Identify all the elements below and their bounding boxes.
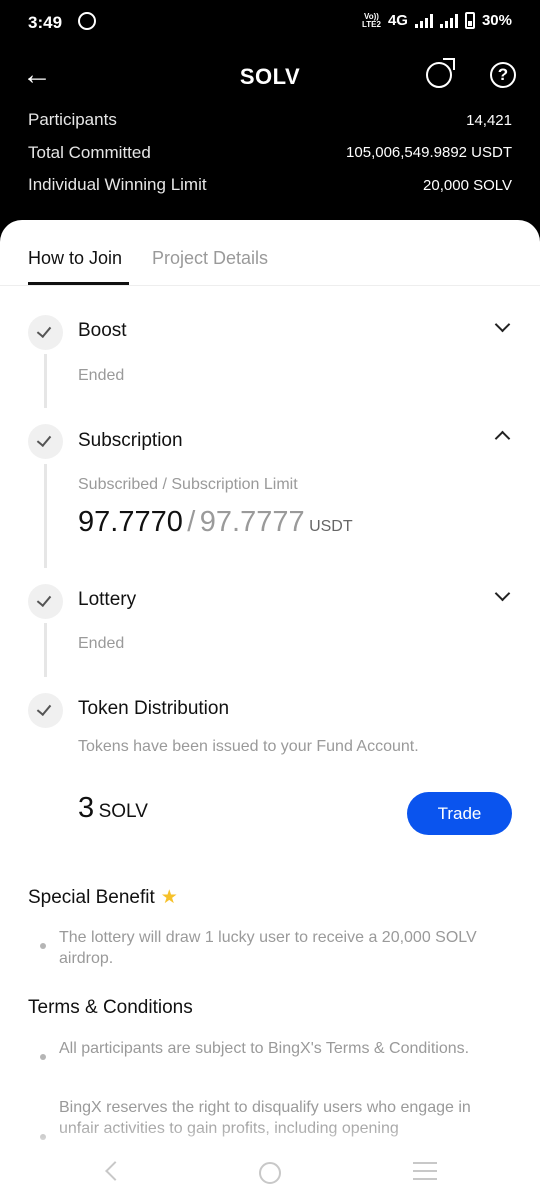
step-title-boost[interactable]: Boost bbox=[78, 320, 127, 342]
special-benefit-title: Special Benefit bbox=[28, 887, 155, 908]
content-card: How to Join Project Details Boost Ended … bbox=[0, 220, 540, 1200]
stat-label: Individual Winning Limit bbox=[28, 175, 207, 195]
distribution-note: Tokens have been issued to your Fund Acc… bbox=[78, 738, 419, 755]
check-icon bbox=[28, 693, 63, 728]
status-right: Vo)) LTE2 4G 30% bbox=[362, 12, 512, 29]
battery-icon bbox=[464, 12, 475, 29]
stat-value: 105,006,549.9892 USDT bbox=[346, 144, 512, 162]
subscribed-amount: 97.7770 bbox=[78, 506, 183, 538]
stat-winning-limit: Individual Winning Limit 20,000 SOLV bbox=[28, 169, 512, 202]
status-time: 3:49 bbox=[28, 13, 63, 32]
nav-home-icon[interactable] bbox=[259, 1162, 281, 1184]
step-connector bbox=[44, 464, 47, 568]
stat-participants: Participants 14,421 bbox=[28, 104, 512, 137]
tab-project-details[interactable]: Project Details bbox=[152, 248, 268, 269]
app-header: ← SOLV ? bbox=[0, 52, 540, 100]
benefit-item: The lottery will draw 1 lucky user to re… bbox=[59, 929, 477, 967]
network-type: 4G bbox=[387, 12, 408, 29]
step-connector bbox=[44, 623, 47, 677]
active-tab-indicator bbox=[28, 282, 129, 285]
chevron-down-icon[interactable] bbox=[494, 585, 511, 602]
help-icon[interactable]: ? bbox=[490, 62, 516, 88]
check-icon bbox=[28, 424, 63, 459]
special-benefit-heading: Special Benefit ★ bbox=[28, 886, 178, 909]
whatsapp-icon bbox=[78, 12, 96, 30]
bullet-dot bbox=[40, 943, 46, 949]
value-separator: / bbox=[187, 506, 196, 538]
subscription-limit: 97.7777 bbox=[199, 506, 305, 538]
page-title: SOLV bbox=[239, 64, 301, 89]
terms-title: Terms & Conditions bbox=[28, 997, 193, 1018]
terms-item: All participants are subject to BingX's … bbox=[59, 1040, 470, 1057]
signal-icon-2 bbox=[439, 13, 458, 28]
token-amount-value: 3 bbox=[78, 792, 95, 824]
subscription-caption: Subscribed / Subscription Limit bbox=[78, 476, 298, 493]
token-amount: 3 SOLV bbox=[78, 792, 148, 825]
stat-label: Total Committed bbox=[28, 142, 151, 162]
chevron-up-icon[interactable] bbox=[494, 430, 511, 447]
trade-button[interactable]: Trade bbox=[407, 792, 512, 835]
bullet-dot bbox=[40, 1054, 46, 1060]
nav-recents-icon[interactable] bbox=[413, 1162, 437, 1180]
battery-percent: 30% bbox=[481, 12, 512, 29]
subscription-unit: USDT bbox=[309, 518, 353, 535]
subscription-values: 97.7770 / 97.7777 USDT bbox=[78, 506, 353, 539]
stat-value: 14,421 bbox=[466, 111, 512, 129]
step-connector bbox=[44, 354, 47, 408]
signal-icon bbox=[414, 13, 433, 28]
stat-value: 20,000 SOLV bbox=[423, 176, 512, 194]
volte-bottom-label: LTE2 bbox=[361, 19, 381, 29]
bottom-fade bbox=[0, 1120, 540, 1200]
step-status-lottery: Ended bbox=[78, 635, 125, 652]
step-title-token-distribution: Token Distribution bbox=[78, 698, 230, 719]
star-icon: ★ bbox=[160, 887, 178, 908]
stat-label: Participants bbox=[28, 110, 117, 130]
step-title-lottery[interactable]: Lottery bbox=[78, 589, 136, 611]
check-icon bbox=[28, 584, 63, 619]
status-bar: 3:49 Vo)) LTE2 4G 30% bbox=[0, 0, 540, 44]
tab-bar: How to Join Project Details bbox=[0, 220, 540, 286]
share-icon[interactable] bbox=[426, 58, 455, 88]
step-status-boost: Ended bbox=[78, 367, 125, 384]
tab-how-to-join[interactable]: How to Join bbox=[28, 248, 122, 269]
project-stats: Participants 14,421 Total Committed 105,… bbox=[28, 104, 512, 202]
chevron-down-icon[interactable] bbox=[494, 316, 511, 333]
volte-indicator: Vo)) LTE2 bbox=[361, 12, 381, 29]
stat-total-committed: Total Committed 105,006,549.9892 USDT bbox=[28, 137, 512, 170]
step-title-subscription[interactable]: Subscription bbox=[78, 430, 183, 452]
check-icon bbox=[28, 315, 63, 350]
token-amount-unit: SOLV bbox=[98, 801, 148, 822]
